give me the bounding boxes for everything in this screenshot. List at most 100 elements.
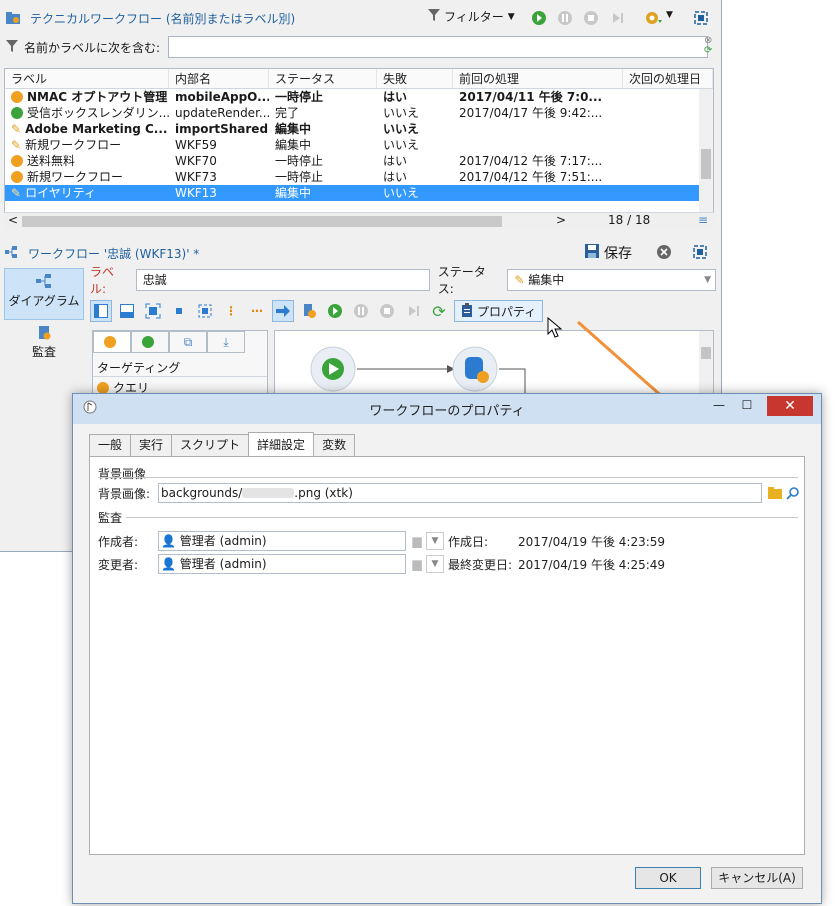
palette-tab-events[interactable]: ⤓ <box>207 331 245 353</box>
filter-label: フィルター <box>444 10 504 24</box>
palette-tab-actions[interactable]: ⧉ <box>169 331 207 353</box>
col-next-run[interactable]: 次回の処理日 <box>623 69 713 88</box>
zoom-square-icon[interactable] <box>168 300 190 322</box>
palette-group-targeting[interactable]: ターゲティング <box>93 353 267 377</box>
properties-dialog: ワークフローのプロパティ — ☐ ✕ 一般 実行 スクリプト 詳細設定 変数 背… <box>72 393 822 904</box>
tab-execution[interactable]: 実行 <box>130 434 173 456</box>
workflow-folder-icon <box>4 9 22 27</box>
clear-refresh-icon[interactable]: ⊗ ⟳ <box>704 36 712 56</box>
close-button[interactable]: ✕ <box>767 396 813 416</box>
arrow-transition-icon[interactable] <box>272 300 294 322</box>
list-toolbar: テクニカルワークフロー (名前別またはラベル別) フィルター ▼ ▼ <box>4 4 718 32</box>
table-row[interactable]: 送料無料 WKF70 一時停止 はい 2017/04/12 午後 7:17:... <box>5 153 713 169</box>
folder-icon[interactable] <box>766 484 784 502</box>
gear-icon[interactable] <box>644 9 662 27</box>
folder-icon[interactable]: ▆ <box>408 532 426 550</box>
workflow-title: ワークフロー '忠誠 (WKF13)' * <box>28 246 200 261</box>
scrollbar-thumb[interactable] <box>701 149 711 179</box>
layout-left-icon[interactable] <box>90 300 112 322</box>
close-circle-icon[interactable] <box>656 244 672 263</box>
creator-field[interactable]: 👤 管理者 (admin) <box>158 531 406 551</box>
col-internal-name[interactable]: 内部名 <box>169 69 269 88</box>
maximize-window-icon[interactable]: ☐ <box>735 398 759 418</box>
table-row-selected[interactable]: ✎ ロイヤリティ WKF13 編集中 いいえ <box>5 185 713 201</box>
chevron-down-icon: ▼ <box>704 275 711 285</box>
scroll-right-icon[interactable]: > <box>556 213 566 227</box>
diagram-icon <box>5 273 83 292</box>
tab-advanced[interactable]: 詳細設定 <box>248 432 315 456</box>
tab-general[interactable]: 一般 <box>89 434 132 456</box>
save-button[interactable]: 保存 <box>584 243 632 263</box>
cancel-button[interactable]: キャンセル(A) <box>711 867 803 889</box>
table-row[interactable]: NMAC オプトアウト管理 mobileAppO... 一時停止 はい 2017/04… <box>5 89 713 105</box>
scroll-left-icon[interactable]: < <box>8 213 18 227</box>
modifier-field[interactable]: 👤 管理者 (admin) <box>158 554 406 574</box>
funnel-icon <box>428 9 440 24</box>
maximize-icon[interactable] <box>692 244 708 263</box>
fit-selection-icon[interactable] <box>142 300 164 322</box>
label-input[interactable]: 忠誠 <box>135 269 430 291</box>
dialog-tabs: 一般 実行 スクリプト 詳細設定 変数 <box>89 432 356 456</box>
nav-audit[interactable]: 監査 <box>4 320 84 372</box>
palette-tab-targeting[interactable] <box>93 331 131 353</box>
section-divider <box>126 517 798 518</box>
status-caption: ステータス: <box>437 265 486 296</box>
vertical-dots-icon[interactable]: ⋮ <box>220 300 242 322</box>
pencil-icon: ✎ <box>514 273 525 287</box>
folder-icon[interactable]: ▆ <box>408 555 426 573</box>
diagram-toolbar: ⋮ ⋯ ⟳ プロパティ <box>90 298 716 324</box>
col-label[interactable]: ラベル <box>5 69 169 88</box>
step-icon[interactable] <box>402 300 424 322</box>
search-icon[interactable] <box>784 484 802 502</box>
user-icon: 👤 <box>161 557 176 571</box>
check-status-icon <box>11 107 23 119</box>
horizontal-scroll-thumb[interactable] <box>22 216 502 227</box>
table-row[interactable]: ✎ 新規ワークフロー WKF59 編集中 いいえ <box>5 137 713 153</box>
palette-tabs: ⧉ ⤓ <box>93 331 267 353</box>
gear-menu-chevron-icon[interactable]: ▼ <box>666 10 673 20</box>
filter-button[interactable]: フィルター ▼ <box>428 8 515 25</box>
refresh-icon[interactable]: ⟳ <box>428 300 450 322</box>
start-icon[interactable] <box>530 9 548 27</box>
background-value-prefix: backgrounds/ <box>161 486 243 500</box>
pause-icon[interactable] <box>556 9 574 27</box>
step-icon[interactable] <box>608 9 626 27</box>
maximize-icon[interactable] <box>692 9 710 27</box>
activity-info-icon[interactable] <box>298 300 320 322</box>
stop-icon[interactable] <box>376 300 398 322</box>
funnel-icon <box>6 39 18 55</box>
list-menu-icon[interactable]: ≡ <box>698 213 708 227</box>
tab-script[interactable]: スクリプト <box>171 434 250 456</box>
properties-button[interactable]: プロパティ <box>454 300 544 322</box>
nav-diagram[interactable]: ダイアグラム <box>4 268 84 320</box>
background-field[interactable]: backgrounds/ .png (xtk) <box>158 483 762 503</box>
canvas-scroll-thumb[interactable] <box>701 347 711 359</box>
ok-button[interactable]: OK <box>635 867 701 889</box>
table-row[interactable]: ✎ Adobe Marketing C... importShared 編集中 いいえ <box>5 121 713 137</box>
list-scrollbar[interactable] <box>699 89 713 213</box>
page-count: 18 / 18 <box>608 213 651 227</box>
tab-variables[interactable]: 変数 <box>313 434 356 456</box>
pause-icon[interactable] <box>350 300 372 322</box>
chevron-down-icon: ▼ <box>507 11 515 22</box>
col-fail[interactable]: 失敗 <box>377 69 453 88</box>
table-row[interactable]: 受信ボックスレンダリン... updateRender... 完了 いいえ 2017/… <box>5 105 713 121</box>
workflow-list: ラベル 内部名 ステータス 失敗 前回の処理 次回の処理日 NMAC オプトアウ… <box>4 68 714 230</box>
palette-tab-flow[interactable] <box>131 331 169 353</box>
horizontal-dots-icon[interactable]: ⋯ <box>246 300 268 322</box>
modifier-label: 変更者: <box>98 558 139 572</box>
fit-all-icon[interactable] <box>194 300 216 322</box>
search-input[interactable] <box>168 36 709 58</box>
minimize-icon[interactable]: — <box>707 398 731 418</box>
table-row[interactable]: 新規ワークフロー WKF73 一時停止 はい 2017/04/12 午後 7:51:.… <box>5 169 713 185</box>
pause-status-icon <box>11 171 23 183</box>
col-status[interactable]: ステータス <box>269 69 377 88</box>
status-select[interactable]: ✎ 編集中 ▼ <box>507 269 716 291</box>
stop-icon[interactable] <box>582 9 600 27</box>
col-last-run[interactable]: 前回の処理 <box>453 69 623 88</box>
download-icon: ⤓ <box>223 334 229 349</box>
chevron-down-icon[interactable]: ▼ <box>426 555 444 573</box>
layout-bottom-icon[interactable] <box>116 300 138 322</box>
start-icon[interactable] <box>324 300 346 322</box>
chevron-down-icon[interactable]: ▼ <box>426 532 444 550</box>
